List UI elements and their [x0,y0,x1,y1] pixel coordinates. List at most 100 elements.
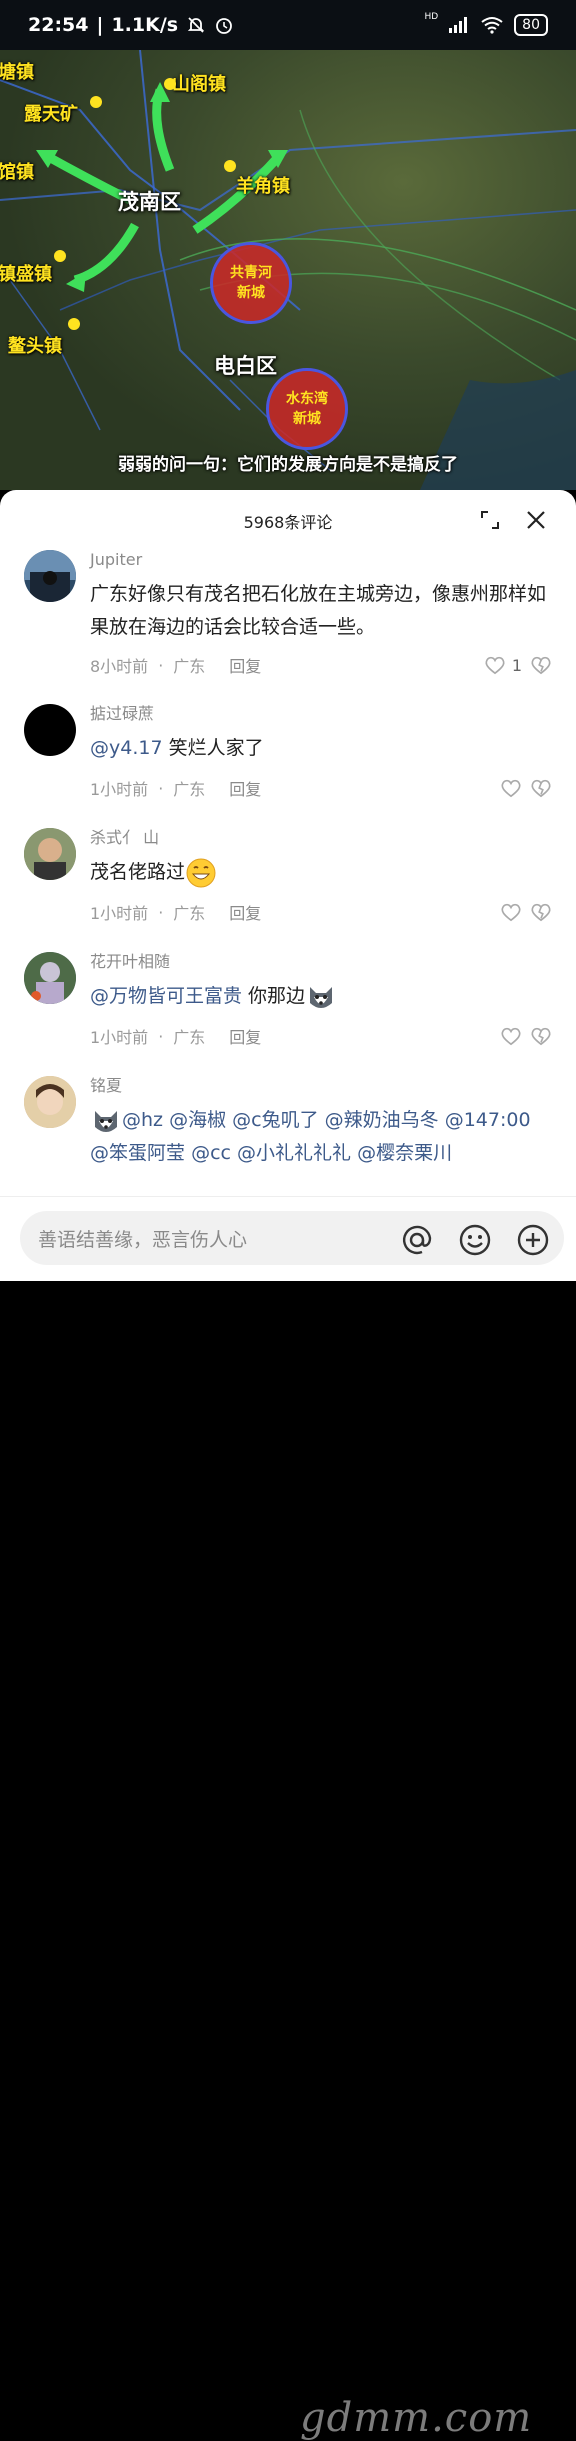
avatar[interactable] [24,550,76,602]
avatar-image [24,952,76,1004]
reply-button[interactable]: 回复 [229,776,261,800]
dislike-icon[interactable] [530,655,552,675]
comment-time: 8小时前 [90,657,149,676]
heart-icon[interactable] [500,902,522,922]
comment-input-bar: 善语结善缘，恶言伤人心 gdmm.com [0,1196,576,2441]
video-caption: 弱弱的问一句：它们的发展方向是不是搞反了 [118,455,458,475]
reply-button[interactable]: 回复 [229,653,261,677]
avatar[interactable] [24,952,76,1004]
comment-author[interactable]: 掂过碌蔗 [90,702,552,726]
status-left: 22:54 | 1.1K/s [28,14,234,36]
grinning-emoji [186,858,216,887]
status-speed: 1.1K/s [111,14,179,36]
dislike-icon[interactable] [530,1026,552,1046]
meta-separator: · [158,655,164,675]
comment-count-title: 5968条评论 [243,513,333,532]
comment-author[interactable]: Jupiter [90,548,552,572]
comment-meta: 1小时前 · 广东 回复 [90,900,552,924]
district-label: 茂南区 [118,190,181,214]
avatar-image [24,1076,76,1128]
comment-sheet-header: 5968条评论 [0,490,576,552]
new-city-marker: 共青河 新城 [210,242,292,324]
district-label: 电白区 [214,354,277,378]
comment-text-content: 你那边 [242,985,306,1007]
alarm-icon [216,18,232,34]
watermark: gdmm.com [300,2395,533,2441]
comment-author[interactable]: 铭夏 [90,1074,552,1098]
comment-text: 广东好像只有茂名把石化放在主城旁边，像惠州那样如果放在海边的话会比较合适一些。 [90,583,547,638]
place-label: 馆镇 [0,162,34,183]
comment-body: 掂过碌蔗 @y4.17 笑烂人家了 [90,702,552,765]
comment-sheet: 5968条评论 Jupiter 广东好像只有茂名把石化放在主城旁边，像惠州那样如… [0,490,576,1280]
mention-link[interactable]: @147:00 [445,1109,531,1131]
comment-region: 广东 [173,904,206,923]
mention-link[interactable]: @c兔叽了 [232,1109,318,1131]
status-right: HD 80 [424,12,548,36]
comment-text: @万物皆可王富贵 你那边 [90,980,552,1013]
emoji-icon[interactable] [458,1223,492,1257]
new-city-line2: 新城 [237,285,265,301]
heart-icon[interactable] [500,778,522,798]
new-city-line1: 共青河 [230,265,272,281]
place-dot [68,318,80,330]
mention-link[interactable]: @万物皆可王富贵 [90,985,242,1007]
comment-meta: 1小时前 · 广东 回复 [90,1024,552,1048]
place-label: 山阁镇 [172,74,226,95]
heart-icon [485,656,505,675]
mute-bell-icon [187,17,205,33]
status-separator: | [96,14,104,36]
like-button[interactable]: 1 [484,655,522,675]
comment-body: 杀式亻 山 茂名佬路过 [90,826,552,889]
place-dot [54,250,66,262]
comment-meta: 8小时前 · 广东 回复 1 [90,653,552,677]
comment-time: 1小时前 [90,780,149,799]
comment-region: 广东 [173,780,206,799]
like-count: 1 [511,655,522,675]
place-dot [164,78,176,90]
new-city-line2: 新城 [293,411,321,427]
comment-body: Jupiter 广东好像只有茂名把石化放在主城旁边，像惠州那样如果放在海边的话会… [90,548,552,644]
place-dot [90,96,102,108]
mention-link[interactable]: @小礼礼礼礼 [237,1142,351,1164]
close-icon[interactable] [524,508,548,532]
mention-link[interactable]: @辣奶油乌冬 [325,1109,439,1131]
comment-region: 广东 [173,657,206,676]
new-city-marker: 水东湾 新城 [266,368,348,450]
comment-text: @hz @海椒 @c兔叽了 @辣奶油乌冬 @147:00 @笨蛋阿莹 @cc @… [90,1104,552,1170]
avatar[interactable] [24,1076,76,1128]
place-label: 塘镇 [0,62,34,83]
add-icon[interactable] [516,1223,550,1257]
mention-link[interactable]: @y4.17 [90,737,163,759]
comment-meta: 1小时前 · 广东 回复 [90,776,552,800]
place-dot [224,160,236,172]
reply-button[interactable]: 回复 [229,1024,261,1048]
mention-link[interactable]: @hz [122,1109,163,1131]
avatar[interactable] [24,828,76,880]
heart-icon[interactable] [500,1026,522,1046]
mention-link[interactable]: @cc [191,1142,231,1164]
at-mention-icon[interactable] [400,1223,434,1257]
reply-button[interactable]: 回复 [229,900,261,924]
dislike-icon[interactable] [530,902,552,922]
mention-link[interactable]: @樱奈栗川 [357,1142,452,1164]
dislike-icon[interactable] [530,778,552,798]
mention-link[interactable]: @笨蛋阿莹 [90,1142,185,1164]
status-time: 22:54 [28,14,89,36]
avatar[interactable] [24,704,76,756]
expand-icon[interactable] [478,508,502,532]
mention-link[interactable]: @海椒 [169,1109,226,1131]
comment-text: @y4.17 笑烂人家了 [90,732,552,765]
comment-region: 广东 [173,1028,206,1047]
video-map[interactable]: 塘镇 露天矿 山阁镇 馆镇 羊角镇 镇盛镇 鳌头镇 茂南区 电白区 共青河 新城… [0,50,576,490]
place-label: 镇盛镇 [0,264,52,285]
status-bar: 22:54 | 1.1K/s HD 80 [0,0,576,50]
comment-author[interactable]: 花开叶相随 [90,950,552,974]
comment-author[interactable]: 杀式亻 山 [90,826,552,850]
comment-text-content: 笑烂人家了 [162,737,264,759]
meta-separator: · [158,778,164,798]
comment-body: 花开叶相随 @万物皆可王富贵 你那边 [90,950,552,1013]
comment-time: 1小时前 [90,1028,149,1047]
comment-text-content: 茂名佬路过 [90,861,186,883]
avatar-image [24,550,76,602]
new-city-line1: 水东湾 [286,391,328,407]
